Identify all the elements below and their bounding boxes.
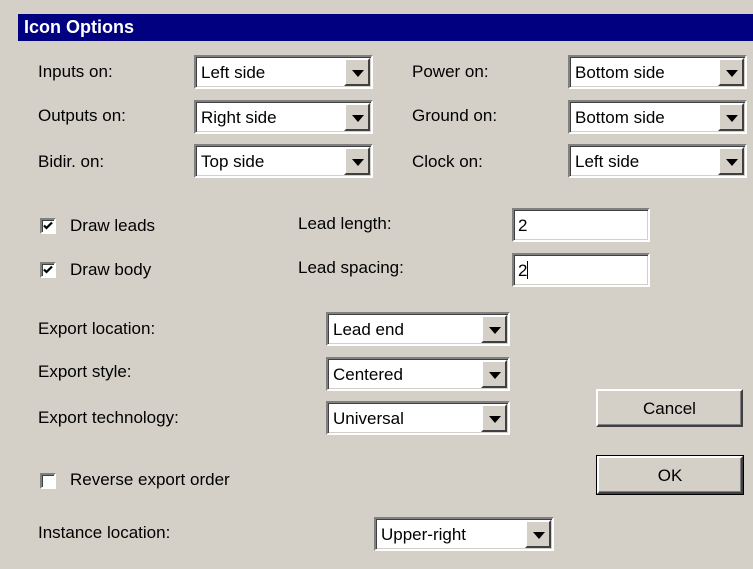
ground-on-label: Ground on: bbox=[412, 106, 498, 125]
cancel-button[interactable]: Cancel bbox=[596, 389, 743, 427]
clock-on-label: Clock on: bbox=[412, 152, 483, 171]
chevron-down-icon bbox=[726, 115, 738, 122]
icon-options-dialog: Icon Options Inputs on: Left side Power … bbox=[0, 0, 753, 569]
lead-spacing-text: 2 bbox=[518, 261, 528, 280]
inputs-on-select[interactable]: Left side bbox=[194, 55, 373, 89]
bidir-on-label: Bidir. on: bbox=[38, 152, 105, 171]
export-location-dropdown-button[interactable] bbox=[481, 315, 507, 343]
export-location-select[interactable]: Lead end bbox=[326, 312, 510, 346]
title-bar[interactable]: Icon Options bbox=[18, 14, 753, 41]
draw-leads-label: Draw leads bbox=[70, 216, 156, 235]
draw-leads-checkbox[interactable] bbox=[40, 218, 56, 234]
checkmark-icon bbox=[43, 221, 53, 230]
window-title: Icon Options bbox=[24, 17, 134, 37]
export-style-dropdown-button[interactable] bbox=[481, 360, 507, 388]
power-on-label: Power on: bbox=[412, 62, 489, 81]
draw-body-checkbox[interactable] bbox=[40, 262, 56, 278]
export-technology-value: Universal bbox=[333, 409, 404, 428]
chevron-down-icon bbox=[726, 159, 738, 166]
checkmark-icon bbox=[43, 265, 53, 274]
lead-spacing-value: 2 bbox=[518, 261, 529, 281]
chevron-down-icon bbox=[726, 70, 738, 77]
clock-on-value: Left side bbox=[575, 152, 640, 171]
chevron-down-icon bbox=[489, 372, 501, 379]
ok-button[interactable]: OK bbox=[596, 455, 744, 495]
chevron-down-icon bbox=[533, 532, 545, 539]
outputs-on-select[interactable]: Right side bbox=[194, 100, 373, 134]
ground-on-select[interactable]: Bottom side bbox=[568, 100, 747, 134]
export-style-select[interactable]: Centered bbox=[326, 357, 510, 391]
ground-on-dropdown-button[interactable] bbox=[718, 103, 744, 131]
inputs-on-dropdown-button[interactable] bbox=[344, 58, 370, 86]
export-technology-select[interactable]: Universal bbox=[326, 401, 510, 435]
inputs-on-label: Inputs on: bbox=[38, 62, 113, 81]
ok-button-label: OK bbox=[657, 466, 683, 485]
lead-length-input[interactable]: 2 bbox=[512, 208, 650, 242]
outputs-on-value: Right side bbox=[201, 108, 277, 127]
bidir-on-dropdown-button[interactable] bbox=[344, 147, 370, 175]
lead-length-label: Lead length: bbox=[298, 214, 392, 233]
inputs-on-value: Left side bbox=[201, 63, 266, 82]
clock-on-select[interactable]: Left side bbox=[568, 144, 747, 178]
export-style-value: Centered bbox=[333, 365, 403, 384]
clock-on-dropdown-button[interactable] bbox=[718, 147, 744, 175]
instance-location-value: Upper-right bbox=[381, 525, 467, 544]
instance-location-dropdown-button[interactable] bbox=[525, 520, 551, 548]
lead-spacing-label: Lead spacing: bbox=[298, 258, 404, 277]
chevron-down-icon bbox=[352, 70, 364, 77]
chevron-down-icon bbox=[489, 416, 501, 423]
draw-body-label: Draw body bbox=[70, 260, 152, 279]
export-technology-dropdown-button[interactable] bbox=[481, 404, 507, 432]
reverse-export-order-label: Reverse export order bbox=[70, 470, 230, 489]
export-technology-label: Export technology: bbox=[38, 408, 179, 427]
lead-spacing-input[interactable]: 2 bbox=[512, 253, 650, 287]
instance-location-select[interactable]: Upper-right bbox=[374, 517, 554, 551]
instance-location-label: Instance location: bbox=[38, 523, 171, 542]
text-caret bbox=[527, 261, 529, 279]
bidir-on-select[interactable]: Top side bbox=[194, 144, 373, 178]
outputs-on-label: Outputs on: bbox=[38, 106, 126, 125]
lead-length-value: 2 bbox=[518, 216, 528, 235]
export-location-label: Export location: bbox=[38, 319, 156, 338]
power-on-select[interactable]: Bottom side bbox=[568, 55, 747, 89]
export-location-value: Lead end bbox=[333, 320, 404, 339]
outputs-on-dropdown-button[interactable] bbox=[344, 103, 370, 131]
chevron-down-icon bbox=[352, 115, 364, 122]
ground-on-value: Bottom side bbox=[575, 108, 665, 127]
chevron-down-icon bbox=[489, 327, 501, 334]
bidir-on-value: Top side bbox=[201, 152, 265, 171]
reverse-export-order-checkbox[interactable] bbox=[40, 473, 56, 489]
export-style-label: Export style: bbox=[38, 362, 132, 381]
power-on-value: Bottom side bbox=[575, 63, 665, 82]
cancel-button-label: Cancel bbox=[643, 399, 696, 418]
power-on-dropdown-button[interactable] bbox=[718, 58, 744, 86]
chevron-down-icon bbox=[352, 159, 364, 166]
